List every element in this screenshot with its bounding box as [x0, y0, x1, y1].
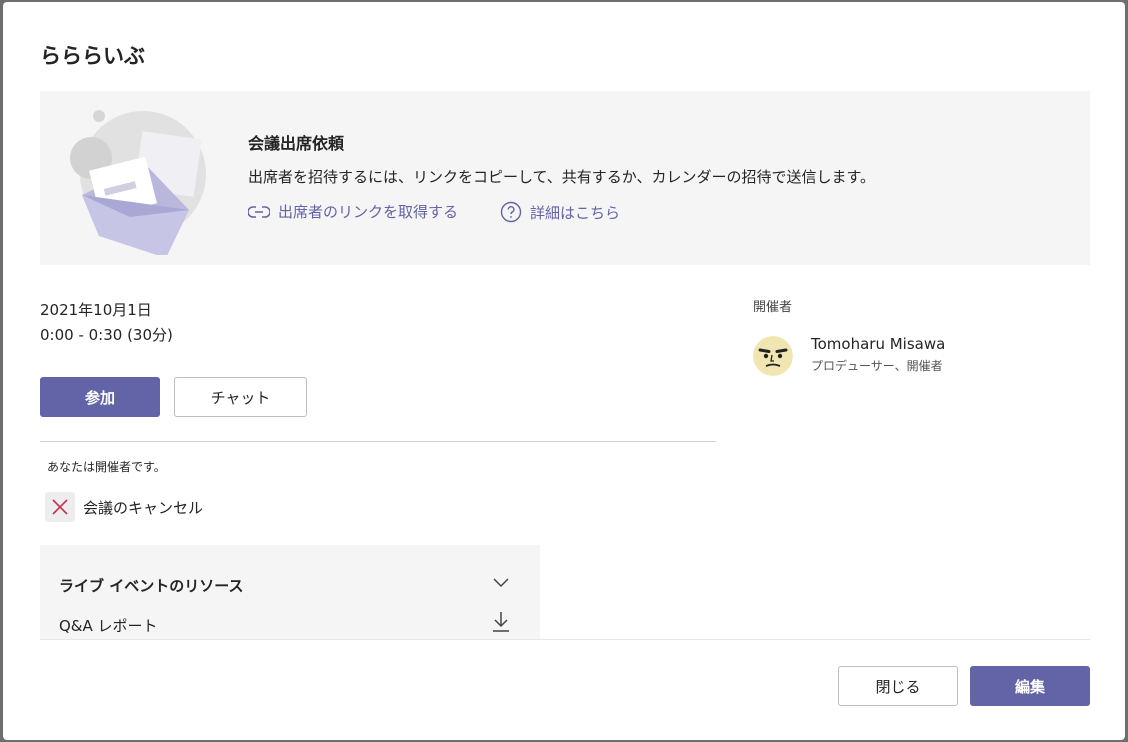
resources-title: ライブ イベントのリソース: [59, 577, 244, 595]
download-icon[interactable]: [492, 611, 510, 633]
cancel-meeting-label: 会議のキャンセル: [83, 498, 204, 517]
learn-more-label: 詳細はこちら: [530, 203, 621, 222]
organizer-role: プロデューサー、開催者: [811, 359, 943, 373]
chevron-down-icon[interactable]: [492, 577, 510, 589]
invite-banner: 会議出席依頼 出席者を招待するには、リンクをコピーして、共有するか、カレンダーの…: [40, 91, 1090, 265]
get-attendee-link[interactable]: 出席者のリンクを取得する: [248, 201, 458, 222]
chat-button[interactable]: チャット: [174, 377, 307, 417]
cancel-meeting-button[interactable]: 会議のキャンセル: [45, 492, 203, 522]
avatar: [753, 336, 793, 376]
link-icon: [248, 205, 270, 218]
organizer-section-label: 開催者: [753, 300, 793, 315]
meeting-details-dialog: らららいぶ 会議出席依頼 出席者を招待するには、リンクをコピーして、共有するか、…: [3, 2, 1125, 740]
close-icon: [45, 492, 75, 522]
learn-more-link[interactable]: 詳細はこちら: [500, 201, 620, 223]
envelope-illustration: [70, 110, 206, 255]
meeting-time: 0:00 - 0:30 (30分): [40, 326, 173, 344]
banner-description: 出席者を招待するには、リンクをコピーして、共有するか、カレンダーの招待で送信しま…: [248, 168, 876, 186]
dialog-title: らららいぶ: [40, 44, 145, 68]
join-button[interactable]: 参加: [40, 377, 160, 417]
footer-divider: [40, 639, 1090, 640]
meeting-date: 2021年10月1日: [40, 301, 152, 319]
organizer-name: Tomoharu Misawa: [811, 335, 946, 353]
help-icon: [500, 201, 522, 223]
edit-button[interactable]: 編集: [970, 666, 1090, 706]
live-event-resources: ライブ イベントのリソース Q&A レポート: [40, 545, 540, 640]
get-attendee-link-label: 出席者のリンクを取得する: [278, 203, 459, 221]
organizer-note: あなたは開催者です。: [47, 460, 166, 474]
qa-report-item[interactable]: Q&A レポート: [59, 615, 158, 636]
close-button[interactable]: 閉じる: [838, 666, 958, 706]
banner-heading: 会議出席依頼: [248, 134, 345, 153]
divider: [40, 441, 716, 442]
